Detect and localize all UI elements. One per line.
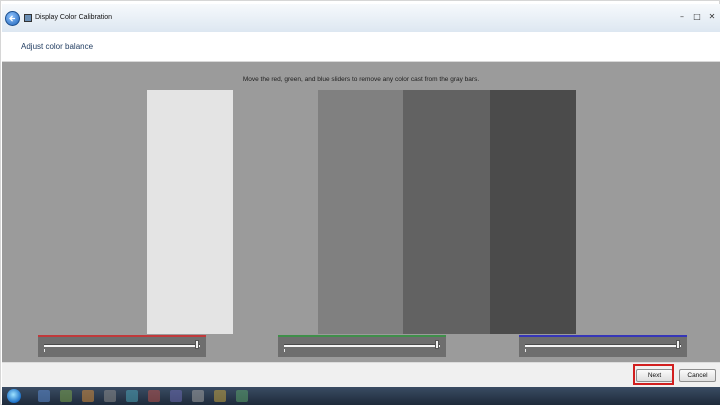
gray-bar xyxy=(233,90,318,334)
slider-tick xyxy=(284,349,285,352)
back-button[interactable] xyxy=(5,11,20,26)
blue-slider-thumb[interactable] xyxy=(676,340,680,349)
app-icon-1[interactable] xyxy=(38,390,50,402)
maximize-button[interactable]: □ xyxy=(691,11,703,23)
gray-bar xyxy=(318,90,403,334)
calibration-area: Move the red, green, and blue sliders to… xyxy=(2,62,720,362)
calibration-window: Display Color Calibration – □ ✕ Adjust c… xyxy=(0,0,720,405)
green-slider-panel xyxy=(278,335,446,357)
back-arrow-icon xyxy=(9,15,16,22)
green-accent-stripe xyxy=(278,335,446,337)
app-icon-4[interactable] xyxy=(104,390,116,402)
app-icon-7[interactable] xyxy=(170,390,182,402)
app-icon-2[interactable] xyxy=(60,390,72,402)
window-title: Display Color Calibration xyxy=(35,14,113,21)
blue-slider-track[interactable] xyxy=(525,344,681,347)
page-header: Adjust color balance xyxy=(2,32,720,62)
next-button-highlight xyxy=(633,364,674,385)
wizard-footer: Next Cancel xyxy=(2,362,720,388)
gray-bar xyxy=(490,90,576,334)
app-icon-8[interactable] xyxy=(192,390,204,402)
blue-slider-panel xyxy=(519,335,687,357)
app-icon-6[interactable] xyxy=(148,390,160,402)
red-slider-track[interactable] xyxy=(44,344,200,347)
green-slider-thumb[interactable] xyxy=(435,340,439,349)
page-title: Adjust color balance xyxy=(21,42,94,51)
slider-tick xyxy=(44,349,45,352)
gray-bar xyxy=(403,90,490,334)
app-icon-10[interactable] xyxy=(236,390,248,402)
blue-accent-stripe xyxy=(519,335,687,337)
taskbar xyxy=(2,387,720,405)
close-button[interactable]: ✕ xyxy=(706,11,718,23)
red-slider-thumb[interactable] xyxy=(195,340,199,349)
app-icon-5[interactable] xyxy=(126,390,138,402)
gray-bar xyxy=(147,90,233,334)
green-slider-track[interactable] xyxy=(284,344,440,347)
title-bar: Display Color Calibration – □ ✕ xyxy=(2,4,720,33)
cancel-button[interactable]: Cancel xyxy=(679,369,716,382)
minimize-button[interactable]: – xyxy=(676,11,688,23)
red-slider-panel xyxy=(38,335,206,357)
start-button-icon[interactable] xyxy=(7,389,21,403)
display-calibration-icon xyxy=(24,14,32,22)
app-icon-3[interactable] xyxy=(82,390,94,402)
app-icon-9[interactable] xyxy=(214,390,226,402)
instruction-text: Move the red, green, and blue sliders to… xyxy=(242,76,480,83)
slider-tick xyxy=(525,349,526,352)
red-accent-stripe xyxy=(38,335,206,337)
